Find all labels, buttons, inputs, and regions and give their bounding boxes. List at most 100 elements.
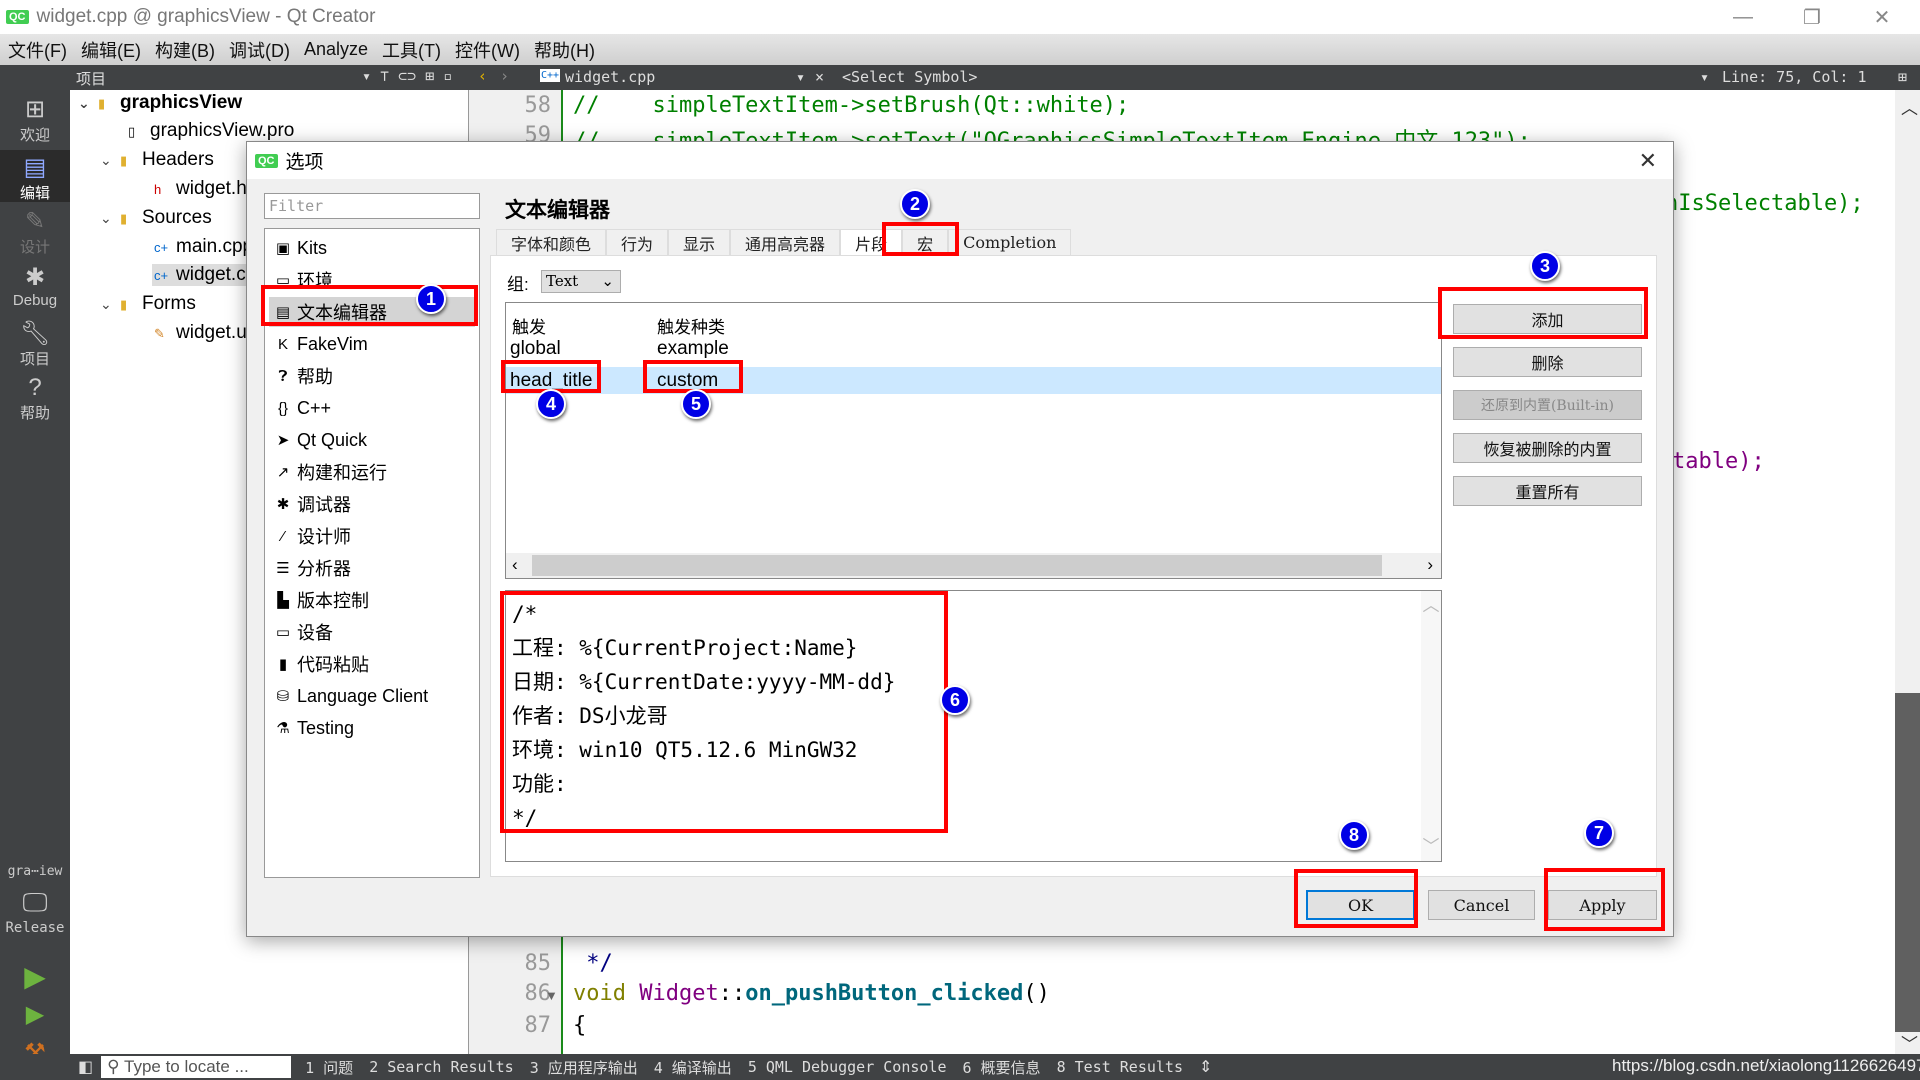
minimize-button[interactable]: — [1713, 0, 1773, 34]
nav-item-pencil[interactable]: ⁄ 设计师 [269, 521, 475, 551]
restore-button[interactable]: ❐ [1782, 0, 1842, 34]
mode-design[interactable]: ✎ 设计 [0, 208, 70, 257]
menu-analyze[interactable]: Analyze [304, 39, 368, 60]
nav-item-language-client[interactable]: ⛁ Language Client [269, 681, 475, 711]
nav-item-device[interactable]: ▭ 设备 [269, 617, 475, 647]
toggle-sidebar-icon[interactable]: ◧ [78, 1057, 93, 1077]
scroll-thumb[interactable] [532, 555, 1382, 576]
cancel-button[interactable]: Cancel [1428, 890, 1535, 920]
code-line[interactable]: void Widget::on_pushButton_clicked() [573, 981, 1050, 1006]
tree-item-widget-ui[interactable]: ✎ widget.ui [154, 322, 251, 344]
nav-item-hammer[interactable]: ↗ 构建和运行 [269, 457, 475, 487]
code-line[interactable]: // simpleTextItem->setBrush(Qt::white); [573, 93, 1129, 118]
nav-item-flask[interactable]: ⚗ Testing [269, 713, 475, 743]
tree-item-widget-h[interactable]: h widget.h [154, 178, 247, 200]
fold-arrow-icon[interactable]: ▼ [545, 988, 558, 1003]
menu-edit[interactable]: 编辑(E) [81, 37, 141, 63]
build-config[interactable]: Release [0, 920, 70, 936]
tree-item-pro[interactable]: ▯ graphicsView.pro [128, 120, 294, 142]
tab-1[interactable]: 行为 [606, 229, 669, 255]
nav-item-qtquick[interactable]: ➤ Qt Quick [269, 425, 475, 455]
dialog-close-icon[interactable]: ✕ [1639, 148, 1657, 174]
scroll-right-icon[interactable]: › [1427, 555, 1433, 575]
target-project[interactable]: gra⋯iew [0, 864, 70, 879]
forward-icon[interactable]: › [500, 67, 509, 85]
filter-input[interactable]: Filter [264, 193, 480, 219]
mode-edit[interactable]: ▤ 编辑 [0, 150, 70, 202]
ok-button[interactable]: OK [1306, 890, 1415, 920]
nav-item-bug[interactable]: ✱ 调试器 [269, 489, 475, 519]
nav-item-kits[interactable]: ▣ Kits [269, 233, 475, 263]
pane-test-results[interactable]: 8 Test Results [1057, 1058, 1183, 1076]
group-select[interactable]: Text ⌄ [541, 270, 621, 293]
back-icon[interactable]: ‹ [478, 67, 487, 85]
tab-5[interactable]: 宏 [902, 229, 949, 255]
file-selector[interactable]: widget.cpp [565, 68, 655, 86]
pane-qml-console[interactable]: 5 QML Debugger Console [748, 1058, 947, 1076]
tree-item-headers[interactable]: ⌄ ▮ Headers [100, 149, 214, 171]
close-button[interactable]: ✕ [1852, 0, 1912, 34]
nav-item-monitor[interactable]: ▭ 环境 [269, 265, 475, 295]
tree-item-project[interactable]: ⌄ ▮ graphicsView [78, 92, 242, 114]
pane-app-output[interactable]: 3 应用程序输出 [530, 1057, 638, 1078]
code-line[interactable]: */ [573, 951, 613, 976]
monitor-icon[interactable]: 🖵︎ [0, 887, 70, 919]
chevron-down-icon[interactable]: ⌄ [100, 210, 120, 227]
mode-projects[interactable]: 🔧︎ 项目 [0, 320, 70, 369]
restore-removed-button[interactable]: 恢复被删除的内置 [1453, 433, 1642, 463]
pane-issues[interactable]: 1 问题 [305, 1057, 353, 1078]
scroll-down-icon[interactable]: ﹀ [1901, 1030, 1918, 1055]
revert-builtin-button[interactable]: 还原到内置(Built-in) [1453, 390, 1642, 420]
mode-welcome[interactable]: ⊞ 欢迎 [0, 96, 70, 152]
chevron-down-icon[interactable]: ⌄ [100, 152, 120, 169]
chevron-down-icon[interactable]: ⌄ [100, 296, 120, 313]
pane-general-messages[interactable]: 6 概要信息 [963, 1057, 1041, 1078]
pane-search-results[interactable]: 2 Search Results [369, 1058, 514, 1076]
tab-2[interactable]: 显示 [668, 229, 731, 255]
tab-0[interactable]: 字体和颜色 [496, 229, 607, 255]
table-row[interactable]: global example [506, 335, 1441, 361]
split-icon[interactable]: ⊞ [1898, 68, 1907, 86]
menu-help[interactable]: 帮助(H) [534, 37, 595, 63]
snippet-scrollbar[interactable]: ︿ ﹀ [1421, 591, 1441, 861]
snippet-editor[interactable]: /* 工程: %{CurrentProject:Name} 日期: %{Curren… [505, 590, 1442, 862]
scroll-thumb[interactable] [1895, 693, 1920, 1032]
symbol-dropdown-icon[interactable]: ▾ [1700, 68, 1709, 86]
menu-widgets[interactable]: 控件(W) [455, 37, 520, 63]
reset-all-button[interactable]: 重置所有 [1453, 476, 1642, 506]
filter-icon[interactable]: ▾ ⊤ ⊂⊃ ⊞ ▫ [362, 67, 452, 85]
tab-3[interactable]: 通用高亮器 [730, 229, 841, 255]
code-line[interactable]: { [573, 1013, 586, 1038]
chevron-down-icon[interactable]: ⌄ [78, 95, 98, 112]
menu-debug[interactable]: 调试(D) [229, 37, 290, 63]
locate-input[interactable]: ⚲ Type to locate ... [101, 1056, 292, 1078]
run-icon[interactable]: ▶ [0, 960, 70, 993]
symbol-selector[interactable]: <Select Symbol> [842, 68, 977, 86]
horizontal-scrollbar[interactable]: ‹ › [506, 553, 1441, 578]
scroll-up-icon[interactable]: ︿ [1901, 94, 1918, 119]
nav-item-analyzer[interactable]: ☰ 分析器 [269, 553, 475, 583]
tree-item-forms[interactable]: ⌄ ▮ Forms [100, 293, 196, 315]
tree-item-sources[interactable]: ⌄ ▮ Sources [100, 207, 212, 229]
menu-file[interactable]: 文件(F) [8, 37, 67, 63]
code-fragment[interactable]: table); [1672, 449, 1765, 474]
table-row-selected[interactable]: head_title custom [506, 367, 1441, 394]
menu-tools[interactable]: 工具(T) [382, 37, 441, 63]
cursor-position[interactable]: Line: 75, Col: 1 [1722, 68, 1867, 86]
nav-item-braces[interactable]: {} C++ [269, 393, 475, 423]
add-button[interactable]: 添加 [1453, 304, 1642, 334]
tab-4[interactable]: 片段 [840, 229, 903, 255]
more-panes-icon[interactable]: ⇕ [1199, 1057, 1212, 1077]
nav-item-fakevim[interactable]: K FakeVim [269, 329, 475, 359]
scroll-left-icon[interactable]: ‹ [512, 555, 518, 575]
mode-debug[interactable]: ✱ Debug [0, 264, 70, 309]
pane-compile-output[interactable]: 4 编译输出 [654, 1057, 732, 1078]
remove-button[interactable]: 删除 [1453, 347, 1642, 377]
editor-scrollbar[interactable]: ︿ ﹀ [1895, 90, 1920, 1054]
nav-item-help[interactable]: ❓︎ 帮助 [269, 361, 475, 391]
close-file-icon[interactable]: × [815, 68, 824, 86]
menu-build[interactable]: 构建(B) [155, 37, 215, 63]
mode-help[interactable]: ? 帮助 [0, 374, 70, 423]
file-dropdown-icon[interactable]: ▾ [796, 68, 805, 86]
code-fragment[interactable]: nIsSelectable); [1665, 191, 1864, 216]
